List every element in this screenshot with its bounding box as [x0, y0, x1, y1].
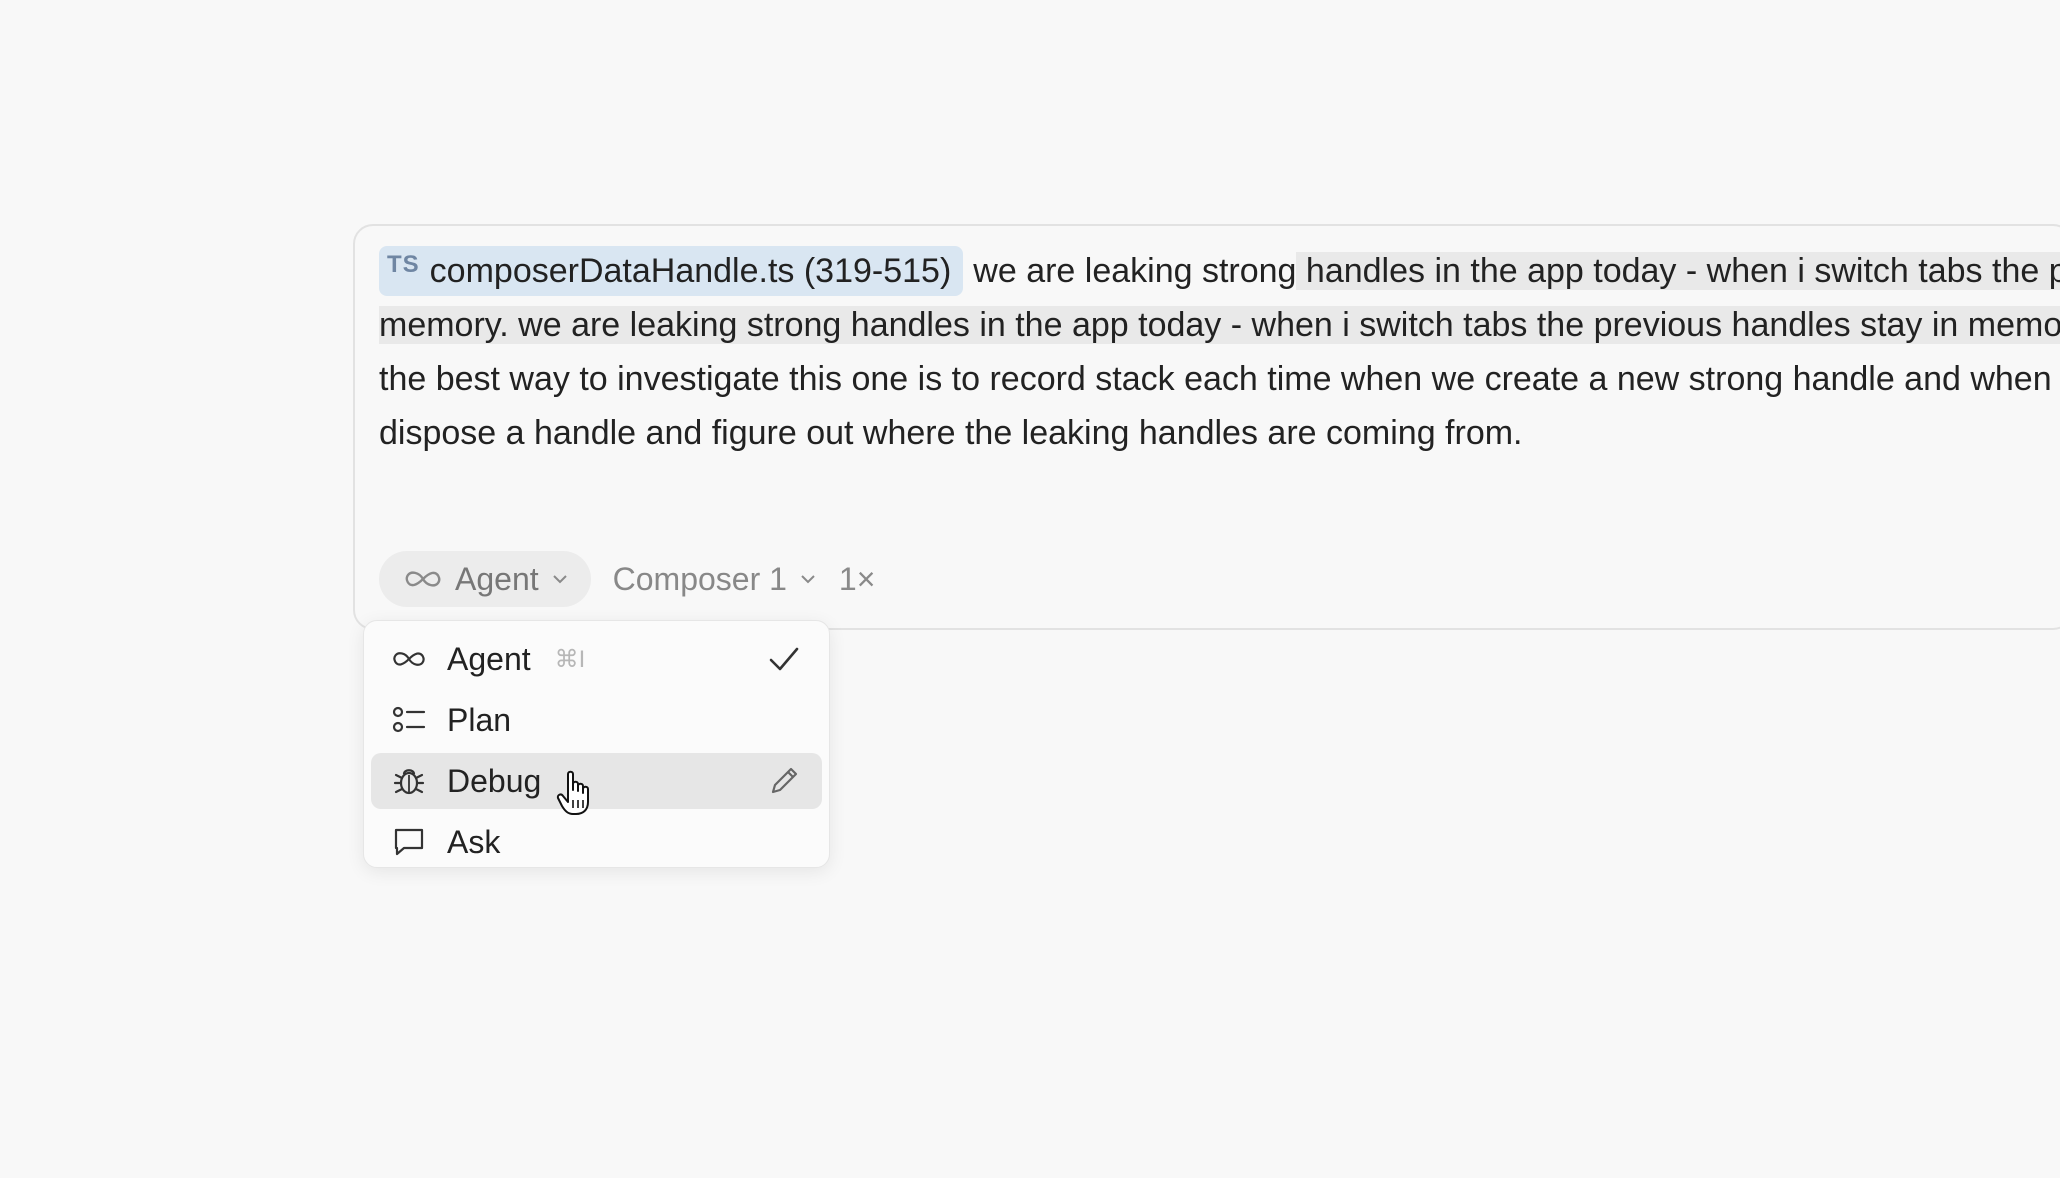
- menu-item-ask[interactable]: Ask: [371, 814, 822, 870]
- menu-item-plan[interactable]: Plan: [371, 692, 822, 748]
- menu-item-label: Ask: [447, 823, 501, 860]
- app-stage: TS composerDataHandle.ts (319-515) we ar…: [0, 0, 2060, 1178]
- menu-item-label: Agent: [447, 640, 531, 677]
- file-lang-badge: TS: [387, 251, 420, 278]
- composer-text-line1-selected: handles in the app today - when i switch…: [1296, 252, 2060, 290]
- model-selector-label: Composer 1: [612, 560, 787, 597]
- mode-dropdown-menu: Agent ⌘I Plan Debug Ask: [363, 620, 830, 868]
- menu-item-debug[interactable]: Debug: [371, 753, 822, 809]
- menu-item-label: Plan: [447, 701, 512, 738]
- menu-item-label: Debug: [447, 762, 542, 799]
- chevron-down-icon: [801, 575, 815, 584]
- composer-line-4: dispose a handle and figure out where th…: [379, 414, 1523, 452]
- composer-text-line2-selected: memory. we are leaking strong handles in…: [379, 306, 2060, 344]
- chevron-down-icon: [552, 575, 567, 584]
- composer-line-1: TS composerDataHandle.ts (319-515) we ar…: [379, 244, 2060, 298]
- chat-bubble-icon: [391, 824, 427, 860]
- bug-icon: [391, 763, 427, 799]
- pencil-icon[interactable]: [766, 763, 802, 799]
- model-selector-button[interactable]: Composer 1: [613, 561, 817, 598]
- list-icon: [391, 702, 427, 738]
- composer-text-line1-pre: we are leaking strong: [973, 252, 1297, 290]
- check-icon: [769, 647, 799, 671]
- mode-selector-label: Agent: [455, 560, 539, 597]
- composer-line-3: the best way to investigate this one is …: [379, 360, 2060, 398]
- file-context-chip[interactable]: TS composerDataHandle.ts (319-515): [379, 246, 964, 296]
- infinity-icon: [405, 571, 441, 587]
- speed-multiplier-button[interactable]: 1×: [839, 561, 875, 598]
- menu-item-agent[interactable]: Agent ⌘I: [371, 631, 822, 687]
- shortcut-hint: ⌘I: [554, 645, 586, 673]
- infinity-icon: [391, 641, 427, 677]
- composer-line-2: memory. we are leaking strong handles in…: [379, 298, 2060, 352]
- composer-text-area[interactable]: TS composerDataHandle.ts (319-515) we ar…: [379, 244, 2060, 460]
- mode-selector-button[interactable]: Agent: [379, 551, 591, 607]
- file-chip-name: composerDataHandle.ts (319-515): [429, 252, 952, 290]
- composer-box[interactable]: TS composerDataHandle.ts (319-515) we ar…: [353, 224, 2060, 630]
- composer-toolbar: Agent Composer 1 1×: [379, 551, 875, 607]
